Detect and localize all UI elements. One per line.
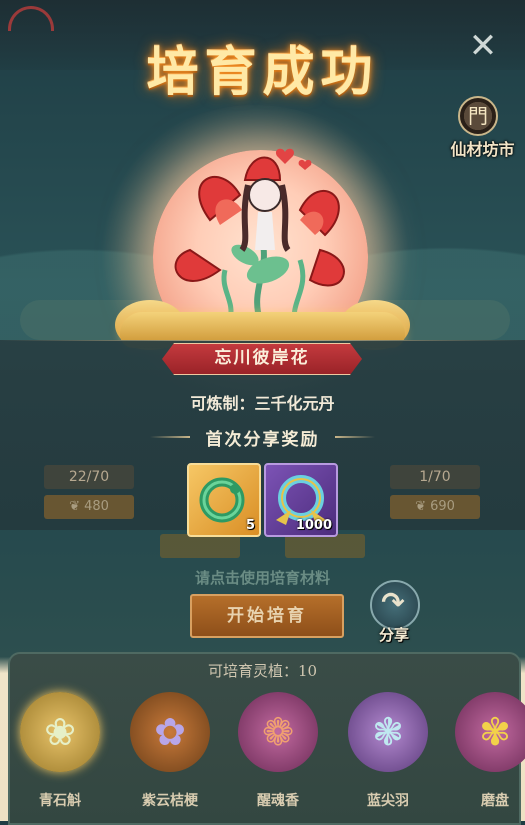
leaf-icon: ❦ bbox=[69, 499, 85, 514]
share-label: 分享 bbox=[378, 626, 409, 644]
leaf-icon: ❦ bbox=[415, 499, 431, 514]
plant-name: 青石斛 bbox=[39, 793, 81, 809]
refine-info: 可炼制：三千化元丹 bbox=[190, 394, 335, 413]
share-button[interactable]: ↷ 分享 bbox=[364, 580, 424, 650]
flower-name: 忘川彼岸花 bbox=[214, 348, 310, 368]
plant-item-lanjianyu[interactable]: ❃ 蓝尖羽 bbox=[343, 690, 433, 821]
plant-item-xinghunxiang[interactable]: ❁ 醒魂香 bbox=[233, 690, 323, 821]
left-cost: ❦ 480 bbox=[44, 495, 134, 519]
plant-item-mopan[interactable]: ✾ 磨盘 bbox=[450, 690, 525, 821]
left-cost-value: 480 bbox=[84, 499, 109, 514]
panel-divider bbox=[0, 340, 525, 341]
plant-item-ziyunjiegeng[interactable]: ✿ 紫云桔梗 bbox=[125, 690, 215, 821]
reward-item-jade-ring[interactable]: 5 bbox=[187, 463, 261, 537]
shop-button[interactable]: 門 仙材坊市 bbox=[440, 96, 525, 166]
share-arrow-icon: ↷ bbox=[381, 586, 405, 619]
right-cost: ❦ 690 bbox=[390, 495, 480, 519]
plant-name: 蓝尖羽 bbox=[367, 793, 409, 809]
reward-title: 首次分享奖励 bbox=[205, 430, 320, 450]
yellow-flower-icon: ✾ bbox=[479, 710, 511, 754]
feather-plant-icon: ❃ bbox=[372, 710, 404, 754]
right-cost-value: 690 bbox=[430, 499, 455, 514]
reward-item-spirit-ring[interactable]: 1000 bbox=[264, 463, 338, 537]
plant-name: 醒魂香 bbox=[257, 793, 299, 809]
hint-text: 请点击使用培育材料 bbox=[194, 569, 330, 587]
reward-count: 1000 bbox=[295, 518, 332, 533]
plant-name: 磨盘 bbox=[481, 793, 509, 809]
reward-count: 5 bbox=[245, 518, 255, 533]
orchid-icon: ❀ bbox=[44, 710, 76, 754]
plantable-count: 可培育灵植：10 bbox=[207, 662, 318, 680]
left-progress: 22/70 bbox=[44, 465, 134, 489]
plant-name: 紫云桔梗 bbox=[142, 793, 198, 809]
bellflower-icon: ✿ bbox=[154, 710, 186, 754]
start-cultivation-button[interactable]: 开始培育 bbox=[190, 594, 344, 638]
popup-title: 培育成功 bbox=[146, 42, 379, 103]
plant-item-qingshihu[interactable]: ❀ 青石斛 bbox=[15, 690, 105, 821]
shop-label: 仙材坊市 bbox=[450, 140, 515, 159]
right-progress: 1/70 bbox=[390, 465, 480, 489]
incense-flower-icon: ❁ bbox=[262, 710, 294, 754]
